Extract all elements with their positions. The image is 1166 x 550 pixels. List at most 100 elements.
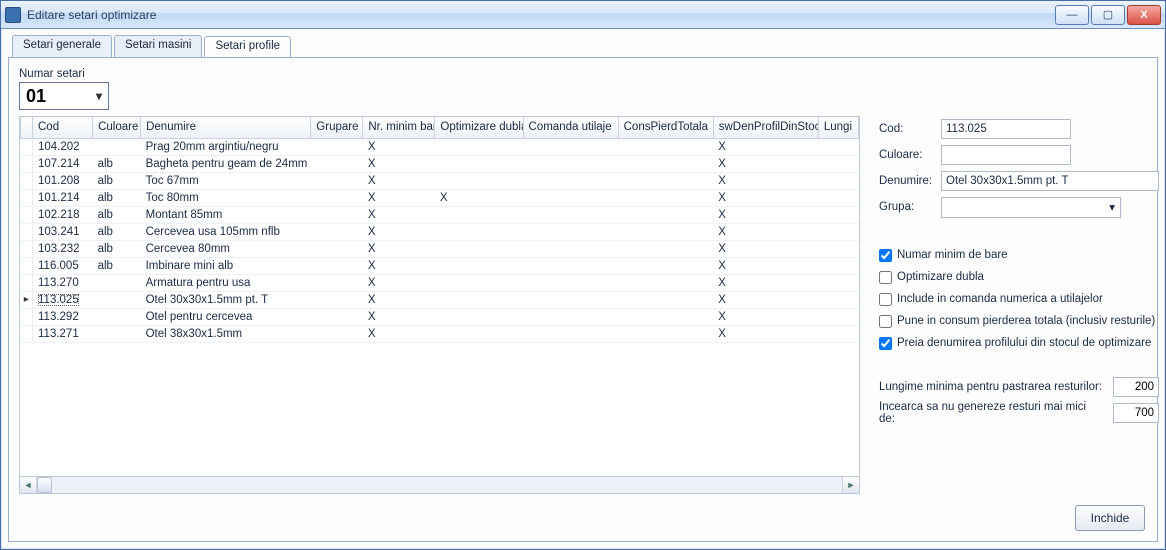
cell-swden: X (713, 240, 818, 257)
cell-cons (618, 240, 713, 257)
checkbox-3[interactable] (879, 315, 892, 328)
tab-setari-generale[interactable]: Setari generale (12, 35, 112, 57)
cell-swden: X (713, 308, 818, 325)
cod-field[interactable] (941, 119, 1071, 139)
cell-cons (618, 138, 713, 155)
cell-cons (618, 257, 713, 274)
cell-cons (618, 308, 713, 325)
check-label-1: Optimizare dubla (897, 271, 984, 283)
grupa-label: Grupa: (879, 201, 941, 213)
table-row[interactable]: 116.005albImbinare mini albXX (21, 257, 859, 274)
scroll-track[interactable] (37, 477, 842, 493)
close-button[interactable]: X (1127, 5, 1161, 25)
cell-cutil (523, 325, 618, 342)
col-cons[interactable]: ConsPierdTotala (618, 117, 713, 138)
cell-grp (311, 223, 363, 240)
cell-lungi (818, 138, 858, 155)
cell-nmin: X (363, 308, 435, 325)
cell-cod: 113.025 (33, 291, 93, 308)
cell-grp (311, 189, 363, 206)
table-row[interactable]: 113.271Otel 38x30x1.5mmXX (21, 325, 859, 342)
profiles-table: CodCuloareDenumireGrupareNr. minim bareO… (20, 117, 859, 343)
tab-setari-masini[interactable]: Setari masini (114, 35, 202, 57)
cell-den: Bagheta pentru geam de 24mm (141, 155, 311, 172)
cell-cutil (523, 172, 618, 189)
cell-cul: alb (93, 189, 141, 206)
col-swden[interactable]: swDenProfilDinStoc (713, 117, 818, 138)
cell-cons (618, 172, 713, 189)
inchide-button[interactable]: Inchide (1075, 505, 1145, 531)
table-row[interactable]: 101.208albToc 67mmXX (21, 172, 859, 189)
cell-den: Prag 20mm argintiu/negru (141, 138, 311, 155)
cell-grp (311, 325, 363, 342)
table-row[interactable]: 102.218albMontant 85mmXX (21, 206, 859, 223)
tab-panel-setari-profile: Numar setari 01 ▾ CodCuloareDenumireGrup… (8, 57, 1158, 542)
cell-odub (435, 172, 523, 189)
cell-cul: alb (93, 257, 141, 274)
horizontal-scrollbar[interactable]: ◄ ► (19, 477, 860, 494)
cell-odub (435, 155, 523, 172)
denumire-label: Denumire: (879, 175, 941, 187)
col-cutil[interactable]: Comanda utilaje (523, 117, 618, 138)
scroll-left-icon[interactable]: ◄ (20, 477, 37, 493)
maximize-button[interactable]: ▢ (1091, 5, 1125, 25)
scroll-right-icon[interactable]: ► (842, 477, 859, 493)
grupa-dropdown[interactable]: ▾ (941, 197, 1121, 218)
table-row[interactable]: 103.241albCercevea usa 105mm nflbXX (21, 223, 859, 240)
checkbox-4[interactable] (879, 337, 892, 350)
cell-nmin: X (363, 257, 435, 274)
numar-setari-combo[interactable]: 01 ▾ (19, 82, 109, 110)
cell-den: Otel 38x30x1.5mm (141, 325, 311, 342)
row-indicator (21, 172, 33, 189)
checkbox-2[interactable] (879, 293, 892, 306)
checkbox-0[interactable] (879, 249, 892, 262)
table-row[interactable]: 103.232albCercevea 80mmXX (21, 240, 859, 257)
cell-cul (93, 308, 141, 325)
cell-cod: 103.241 (33, 223, 93, 240)
cell-swden: X (713, 223, 818, 240)
cell-den: Montant 85mm (141, 206, 311, 223)
col-den[interactable]: Denumire (141, 117, 311, 138)
check-label-4: Preia denumirea profilului din stocul de… (897, 337, 1151, 349)
window-buttons: — ▢ X (1055, 5, 1161, 25)
scroll-thumb[interactable] (37, 477, 52, 493)
table-row[interactable]: ▸113.025Otel 30x30x1.5mm pt. TXX (21, 291, 859, 308)
checkboxes: Numar minim de bareOptimizare dublaInclu… (879, 244, 1159, 354)
tab-setari-profile[interactable]: Setari profile (204, 36, 291, 58)
cell-cutil (523, 155, 618, 172)
num-input-0[interactable] (1113, 377, 1159, 397)
cell-swden: X (713, 172, 818, 189)
col-odub[interactable]: Optimizare dubla (435, 117, 523, 138)
minimize-button[interactable]: — (1055, 5, 1089, 25)
cell-nmin: X (363, 138, 435, 155)
col-cul[interactable]: Culoare (93, 117, 141, 138)
titlebar[interactable]: Editare setari optimizare — ▢ X (1, 1, 1165, 29)
cell-nmin: X (363, 223, 435, 240)
cell-swden: X (713, 291, 818, 308)
cell-swden: X (713, 155, 818, 172)
culoare-field[interactable] (941, 145, 1071, 165)
col-lungi[interactable]: Lungi (818, 117, 858, 138)
check-1: Optimizare dubla (879, 266, 1159, 288)
cell-odub (435, 240, 523, 257)
col-cod[interactable]: Cod (33, 117, 93, 138)
table-row[interactable]: 107.214albBagheta pentru geam de 24mmXX (21, 155, 859, 172)
table-row[interactable]: 113.270Armatura pentru usaXX (21, 274, 859, 291)
checkbox-1[interactable] (879, 271, 892, 284)
cell-nmin: X (363, 189, 435, 206)
cell-cutil (523, 291, 618, 308)
table-row[interactable]: 113.292Otel pentru cerceveaXX (21, 308, 859, 325)
col-grp[interactable]: Grupare (311, 117, 363, 138)
cell-nmin: X (363, 291, 435, 308)
app-icon (5, 7, 21, 23)
denumire-field[interactable] (941, 171, 1159, 191)
cell-grp (311, 308, 363, 325)
profiles-grid[interactable]: CodCuloareDenumireGrupareNr. minim bareO… (19, 116, 860, 477)
num-input-1[interactable] (1113, 403, 1159, 423)
table-row[interactable]: 104.202Prag 20mm argintiu/negruXX (21, 138, 859, 155)
col-nmin[interactable]: Nr. minim bare (363, 117, 435, 138)
cell-nmin: X (363, 206, 435, 223)
table-row[interactable]: 101.214albToc 80mmXXX (21, 189, 859, 206)
cell-cons (618, 274, 713, 291)
numrow-1: Incearca sa nu genereze resturi mai mici… (879, 400, 1159, 426)
